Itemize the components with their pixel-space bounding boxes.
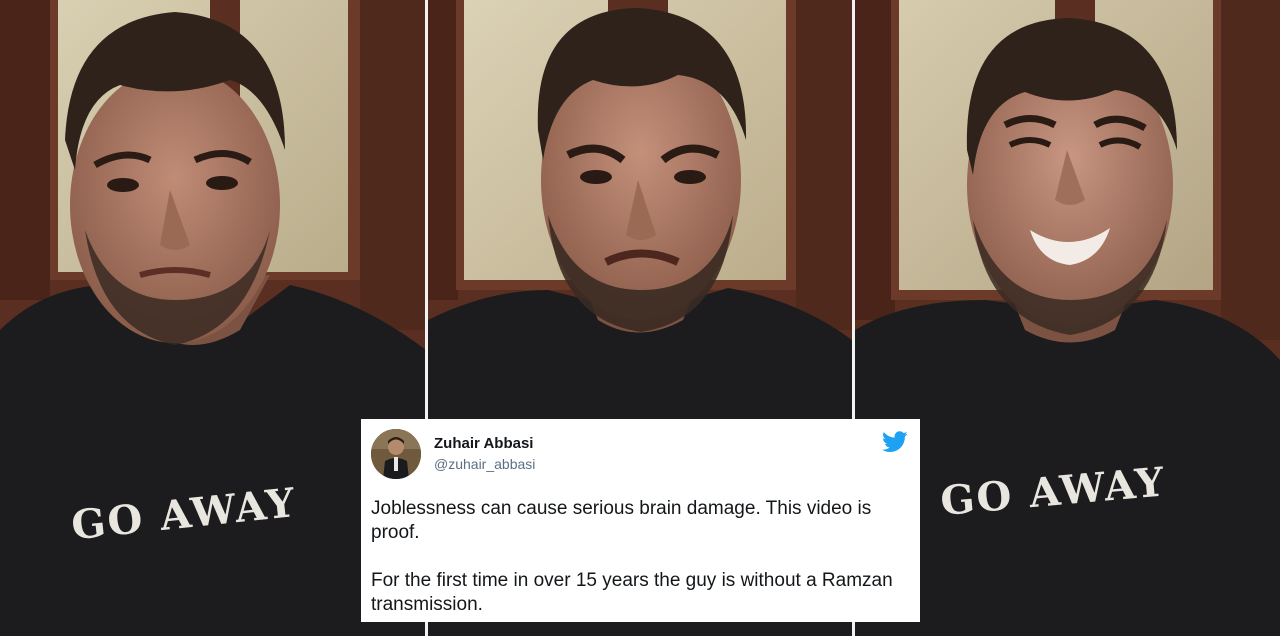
user-handle[interactable]: @zuhair_abbasi [434, 454, 535, 474]
tweet-text: Joblessness can cause serious brain dama… [371, 497, 908, 617]
meme-collage: GO AWAY GO AWAY Zuhair Abbasi @zuhair_ab… [0, 0, 1280, 636]
avatar-image [371, 429, 421, 479]
twitter-bird-icon[interactable] [882, 431, 908, 453]
tweet-paragraph: For the first time in over 15 years the … [371, 570, 893, 615]
tweet-card[interactable]: Zuhair Abbasi @zuhair_abbasi Joblessness… [361, 419, 920, 622]
tweet-paragraph: Joblessness can cause serious brain dama… [371, 498, 872, 543]
user-identity: Zuhair Abbasi @zuhair_abbasi [434, 434, 535, 474]
tweet-header: Zuhair Abbasi @zuhair_abbasi [371, 429, 908, 481]
display-name[interactable]: Zuhair Abbasi [434, 434, 535, 454]
user-avatar[interactable] [371, 429, 421, 479]
